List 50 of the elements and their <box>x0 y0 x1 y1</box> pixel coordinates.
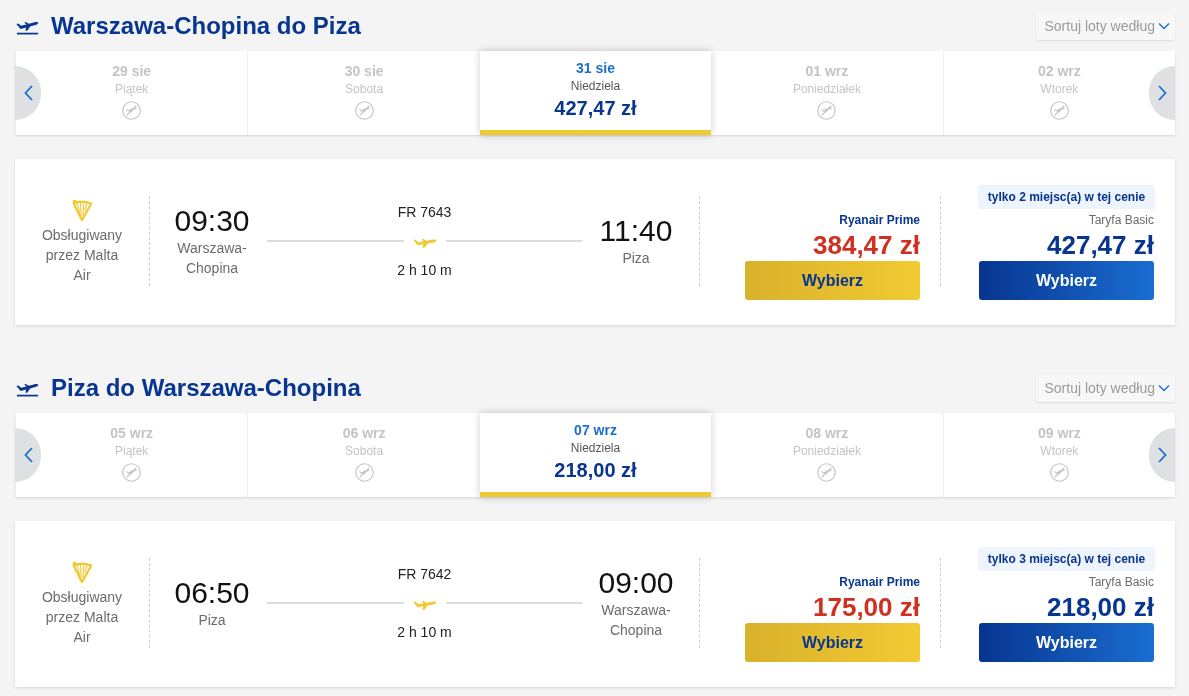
departure-time: 09:30 <box>174 204 250 238</box>
flight-number: FR 7642 <box>396 565 453 584</box>
select-button[interactable]: Wybierz <box>979 261 1154 300</box>
flight-duration: 2 h 10 m <box>396 623 453 642</box>
arrival-city: Warszawa-Chopina <box>600 601 672 640</box>
crossed-plane-icon <box>122 101 142 120</box>
fare-name: Taryfa Basic <box>1088 212 1154 228</box>
fare-price: 427,47 zł <box>1047 230 1154 260</box>
flight-duration: 2 h 10 m <box>396 261 453 280</box>
harp-icon <box>70 197 94 222</box>
crossed-plane-icon <box>122 463 142 482</box>
date-tab[interactable]: 07 wrz Niedziela 218,00 zł <box>479 413 712 497</box>
arrival-city: Piza <box>621 249 651 268</box>
date-tab[interactable]: 31 sie Niedziela 427,47 zł <box>479 51 712 135</box>
select-button[interactable]: Wybierz <box>745 261 920 300</box>
chevron-down-icon <box>1158 384 1170 392</box>
fare-price: 175,00 zł <box>813 592 920 622</box>
arrival-time: 09:00 <box>598 566 674 600</box>
crossed-plane-icon <box>354 463 374 482</box>
section-title: Piza do Warszawa-Chopina <box>51 374 361 402</box>
operator-text: Obsługiwany przez Malta Air <box>40 225 124 285</box>
seats-left-badge: tylko 3 miejsc(a) w tej cenie <box>977 547 1156 571</box>
seats-left-badge: tylko 2 miejsc(a) w tej cenie <box>977 185 1156 209</box>
chevron-down-icon <box>1158 22 1170 30</box>
crossed-plane-icon <box>354 101 374 120</box>
departure-city: Piza <box>197 611 227 630</box>
fare-name: Ryanair Prime <box>839 212 920 228</box>
chevron-right-icon <box>1157 447 1167 463</box>
fare-price: 218,00 zł <box>1047 592 1154 622</box>
sort-dropdown[interactable]: Sortuj loty według <box>1036 374 1175 402</box>
operator-text: Obsługiwany przez Malta Air <box>40 587 124 647</box>
sort-dropdown[interactable]: Sortuj loty według <box>1036 12 1175 40</box>
departure-city: Warszawa-Chopina <box>176 239 248 278</box>
chevron-left-icon <box>23 85 33 101</box>
harp-icon <box>70 559 94 584</box>
arrival-time: 11:40 <box>598 214 674 248</box>
crossed-plane-icon <box>1049 101 1069 120</box>
crossed-plane-icon <box>817 463 837 482</box>
select-button[interactable]: Wybierz <box>745 623 920 662</box>
section-title: Warszawa-Chopina do Piza <box>51 12 361 40</box>
fare-name: Ryanair Prime <box>839 574 920 590</box>
chevron-right-icon <box>1157 85 1167 101</box>
departure-time: 06:50 <box>174 576 250 610</box>
select-button[interactable]: Wybierz <box>979 623 1154 662</box>
crossed-plane-icon <box>1049 463 1069 482</box>
flight-number: FR 7643 <box>396 203 453 222</box>
fare-price: 384,47 zł <box>813 230 920 260</box>
crossed-plane-icon <box>817 101 837 120</box>
fare-name: Taryfa Basic <box>1088 574 1154 590</box>
chevron-left-icon <box>23 447 33 463</box>
